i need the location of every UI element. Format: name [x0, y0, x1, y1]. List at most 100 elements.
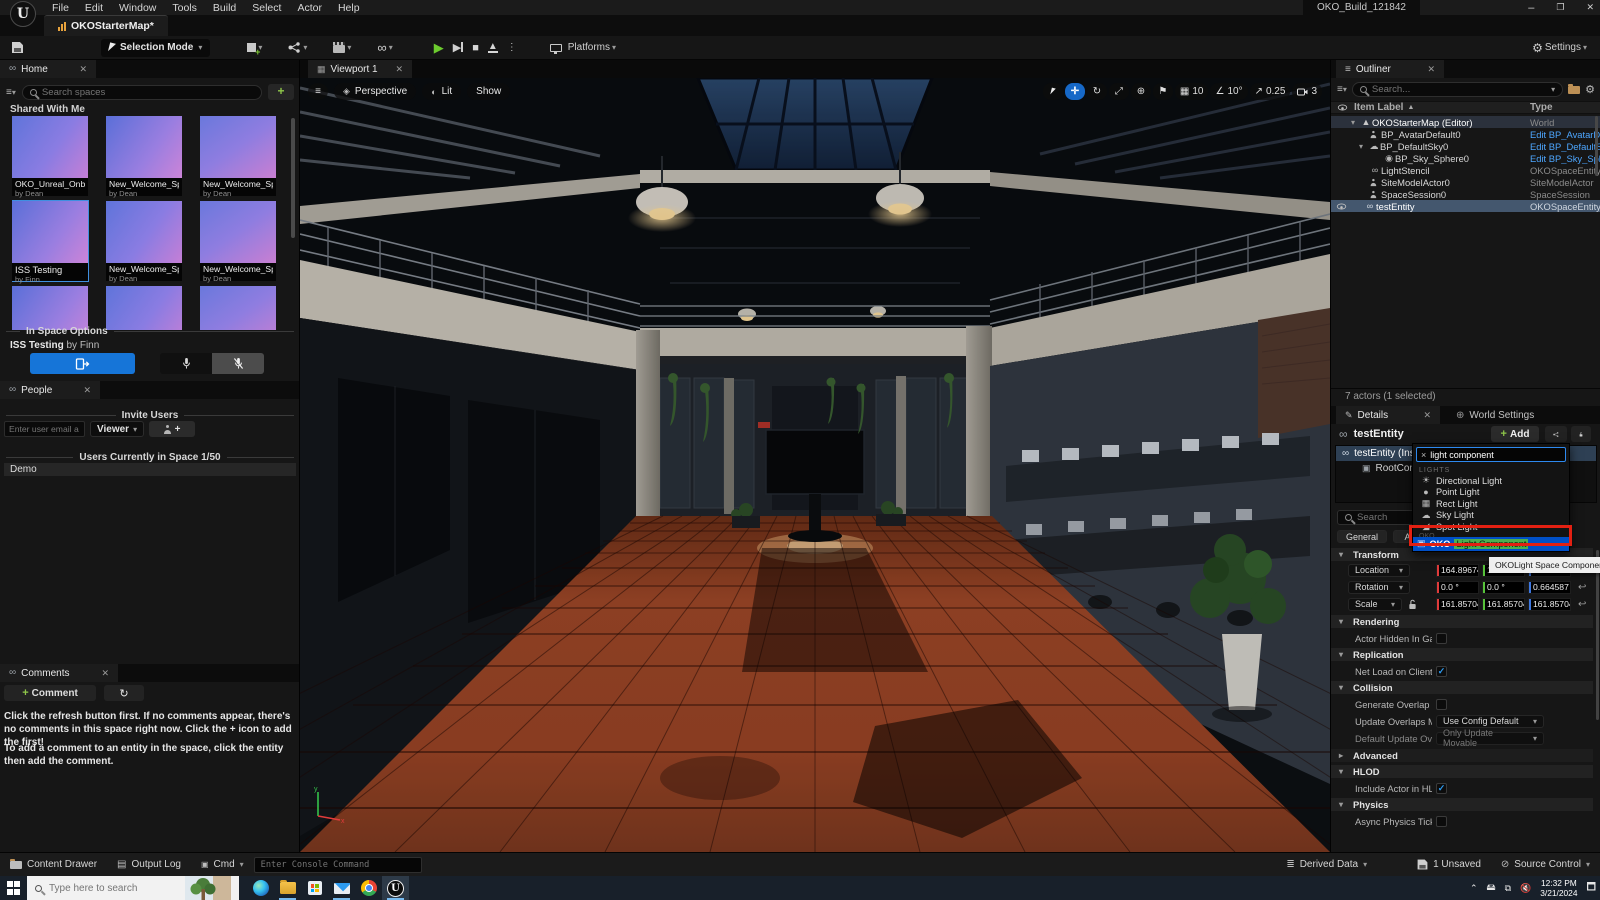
- rotation-y-field[interactable]: 0.0 °: [1482, 581, 1525, 594]
- location-dropdown[interactable]: Location▾: [1348, 564, 1410, 577]
- section-hlod[interactable]: ▾HLOD: [1331, 765, 1593, 778]
- viewport-options-button[interactable]: ≡: [308, 83, 328, 100]
- overlap-events-checkbox[interactable]: [1436, 699, 1447, 710]
- play-button[interactable]: ▶: [434, 40, 444, 56]
- play-options-button[interactable]: ⋮: [507, 42, 517, 53]
- add-component-button[interactable]: + Add: [1491, 426, 1539, 442]
- outliner-filter-icon[interactable]: ≡▾: [1337, 84, 1347, 95]
- row-type-link[interactable]: Edit BP_DefaultSk: [1530, 141, 1600, 152]
- mic-on-button[interactable]: [160, 353, 212, 374]
- rotation-snap-button[interactable]: ∠10°: [1210, 83, 1247, 100]
- scale-lock-icon[interactable]: [1408, 599, 1417, 610]
- add-space-button[interactable]: +: [268, 84, 294, 100]
- close-icon[interactable]: ✕: [1427, 64, 1435, 75]
- unsaved-button[interactable]: 1 Unsaved: [1407, 853, 1491, 877]
- source-control-button[interactable]: ⊘ Source Control▾: [1491, 853, 1600, 877]
- tray-usb-icon[interactable]: 🖴: [1486, 880, 1495, 896]
- tab-home[interactable]: ∞ Home ✕: [0, 60, 96, 78]
- outliner-row-skysphere[interactable]: ◉ BP_Sky_Sphere0 Edit BP_Sky_Sphe: [1331, 152, 1600, 164]
- taskbar-clock[interactable]: 12:32 PM 3/21/2024: [1540, 878, 1577, 899]
- content-drawer-button[interactable]: Content Drawer: [0, 853, 107, 877]
- show-dropdown[interactable]: Show: [467, 83, 510, 100]
- invite-role-dropdown[interactable]: Viewer▾: [90, 421, 144, 437]
- outliner-row-defaultsky[interactable]: ▾ ☁ BP_DefaultSky0 Edit BP_DefaultSk: [1331, 140, 1600, 152]
- space-card[interactable]: [106, 286, 182, 330]
- outliner-search-input[interactable]: [1372, 84, 1546, 95]
- close-icon[interactable]: ✕: [79, 64, 87, 75]
- edit-blueprint-button[interactable]: [1545, 426, 1567, 442]
- rotation-x-field[interactable]: 0.0 °: [1436, 581, 1479, 594]
- tab-outliner[interactable]: ≡ Outliner ✕: [1336, 60, 1444, 78]
- mic-muted-button[interactable]: [212, 353, 264, 374]
- tab-people[interactable]: ∞ People ✕: [0, 381, 100, 399]
- outliner-row-lightstencil[interactable]: ∞ LightStencil OKOSpaceEntity: [1331, 164, 1600, 176]
- outliner-scrollbar[interactable]: [1595, 116, 1598, 176]
- tab-world-settings[interactable]: ⊕ World Settings: [1456, 406, 1534, 424]
- leave-space-button[interactable]: [30, 353, 135, 374]
- clear-search-icon[interactable]: ×: [1421, 450, 1426, 460]
- oko-menu-button[interactable]: ∞▾: [372, 43, 397, 53]
- viewport-3d[interactable]: ≡ ◈ Perspective ◐ Lit Show ✛ ↻ ⤢ ⊕ ⚑ ▦10…: [300, 78, 1330, 852]
- dropdown-item-point-light[interactable]: ● Point Light: [1413, 487, 1569, 499]
- menu-file[interactable]: File: [44, 2, 77, 14]
- section-collision[interactable]: ▾Collision: [1331, 681, 1593, 694]
- async-physics-checkbox[interactable]: [1436, 816, 1447, 827]
- select-tool-button[interactable]: [1043, 83, 1063, 100]
- taskbar-explorer-icon[interactable]: [274, 876, 301, 900]
- world-space-button[interactable]: ⊕: [1131, 83, 1151, 100]
- taskbar-unreal-icon[interactable]: U: [382, 876, 409, 900]
- scale-x-field[interactable]: 161.85704: [1436, 598, 1479, 611]
- dropdown-item-sky-light[interactable]: ☁ Sky Light: [1413, 510, 1569, 522]
- filter-icon[interactable]: ≡▾: [6, 87, 16, 98]
- outliner-row-testentity-selected[interactable]: ∞ testEntity OKOSpaceEntity: [1331, 200, 1600, 212]
- minimize-button[interactable]: –: [1528, 2, 1534, 14]
- taskbar-search-box[interactable]: [27, 876, 239, 900]
- location-x-field[interactable]: 164.896744: [1436, 564, 1479, 577]
- taskbar-mail-icon[interactable]: [328, 876, 355, 900]
- tray-chevron-icon[interactable]: ⌃: [1470, 883, 1478, 894]
- new-folder-icon[interactable]: [1568, 86, 1580, 94]
- surface-snap-button[interactable]: ⚑: [1153, 83, 1173, 100]
- space-card[interactable]: New_Welcome_Sp...by Dean: [200, 116, 276, 196]
- outliner-row-sitemodel[interactable]: SiteModelActor0 SiteModelActor: [1331, 176, 1600, 188]
- section-physics[interactable]: ▾Physics: [1331, 798, 1593, 811]
- user-row-demo[interactable]: Demo: [4, 463, 296, 476]
- section-advanced[interactable]: ▸Advanced: [1331, 749, 1593, 762]
- close-icon[interactable]: ✕: [395, 64, 403, 75]
- net-load-checkbox[interactable]: ✓: [1436, 666, 1447, 677]
- invite-user-button[interactable]: +: [149, 421, 195, 437]
- notification-center-icon[interactable]: 🗖: [1587, 880, 1597, 897]
- actor-hidden-checkbox[interactable]: [1436, 633, 1447, 644]
- add-comment-button[interactable]: + Comment: [4, 685, 96, 701]
- row-type-link[interactable]: Edit BP_Sky_Sphe: [1530, 153, 1600, 164]
- perspective-dropdown[interactable]: ◈ Perspective: [334, 83, 416, 100]
- menu-edit[interactable]: Edit: [77, 2, 111, 14]
- space-card[interactable]: [200, 286, 276, 330]
- platforms-dropdown[interactable]: Platforms▾: [545, 42, 621, 53]
- rotate-tool-button[interactable]: ↻: [1087, 83, 1107, 100]
- unreal-logo-icon[interactable]: U: [10, 1, 36, 27]
- start-button[interactable]: [0, 876, 27, 900]
- outliner-row-avatar[interactable]: BP_AvatarDefault0 Edit BP_AvatarDe: [1331, 128, 1600, 140]
- move-tool-button[interactable]: ✛: [1065, 83, 1085, 100]
- outliner-row-spacesession[interactable]: SpaceSession0 SpaceSession: [1331, 188, 1600, 200]
- save-icon[interactable]: [12, 42, 23, 53]
- reset-scale-button[interactable]: ↩: [1578, 599, 1586, 610]
- taskbar-chrome-icon[interactable]: [355, 876, 382, 900]
- spaces-scrollbar[interactable]: [291, 118, 295, 238]
- lock-button[interactable]: [1571, 426, 1591, 442]
- reset-rotation-button[interactable]: ↩: [1578, 582, 1586, 593]
- close-icon[interactable]: ✕: [1423, 410, 1431, 421]
- cmd-dropdown[interactable]: ▣ Cmd▾: [191, 853, 254, 877]
- close-icon[interactable]: ✕: [83, 385, 91, 396]
- details-scrollbar[interactable]: [1596, 550, 1599, 720]
- section-replication[interactable]: ▾Replication: [1331, 648, 1593, 661]
- menu-window[interactable]: Window: [111, 2, 164, 14]
- close-button[interactable]: ✕: [1586, 2, 1594, 13]
- outliner-search-box[interactable]: ▾: [1352, 82, 1563, 97]
- outliner-settings-icon[interactable]: ⚙: [1585, 83, 1595, 96]
- row-type-link[interactable]: Edit BP_AvatarDe: [1530, 129, 1600, 140]
- tab-viewport-1[interactable]: ▦ Viewport 1 ✕: [308, 60, 412, 78]
- menu-build[interactable]: Build: [205, 2, 244, 14]
- taskbar-search-input[interactable]: [49, 883, 159, 894]
